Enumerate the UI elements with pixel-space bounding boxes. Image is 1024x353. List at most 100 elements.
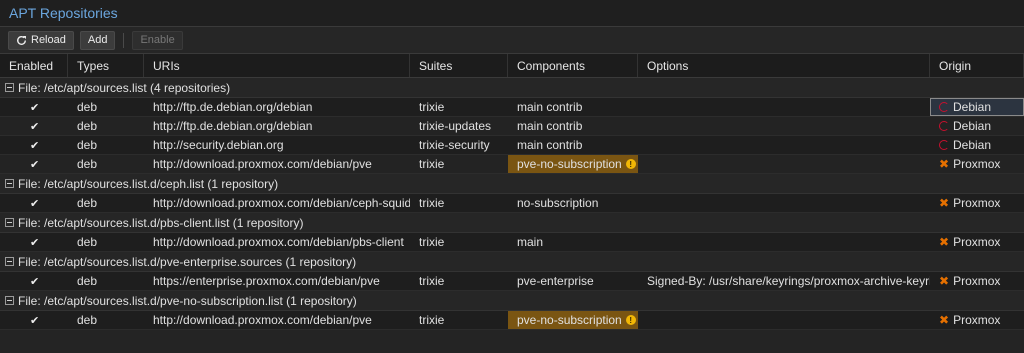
uri-cell: http://download.proxmox.com/debian/pbs-c… bbox=[153, 235, 404, 249]
components-text: pve-no-subscription bbox=[517, 313, 622, 327]
debian-logo-icon bbox=[939, 102, 949, 112]
enabled-cell[interactable]: ✔ bbox=[0, 98, 68, 116]
table-row[interactable]: ✔ deb http://download.proxmox.com/debian/p… bbox=[0, 155, 1024, 174]
grid-header: Enabled Types URIs Suites Components Opt… bbox=[0, 54, 1024, 78]
toolbar-separator bbox=[123, 32, 125, 48]
type-cell: deb bbox=[77, 313, 98, 327]
components-cell: main contrib bbox=[508, 136, 638, 154]
origin-badge: Debian bbox=[939, 138, 991, 152]
check-icon[interactable]: ✔ bbox=[30, 275, 39, 288]
enabled-cell[interactable]: ✔ bbox=[0, 155, 68, 173]
grid-body: File: /etc/apt/sources.list (4 repositor… bbox=[0, 78, 1024, 330]
table-row[interactable]: ✔ deb http://download.proxmox.com/debian/p… bbox=[0, 233, 1024, 252]
type-cell: deb bbox=[77, 100, 98, 114]
group-header[interactable]: File: /etc/apt/sources.list.d/pve-enterp… bbox=[0, 252, 1024, 272]
origin-cell: Debian bbox=[930, 136, 1024, 154]
group-header[interactable]: File: /etc/apt/sources.list.d/pbs-client… bbox=[0, 213, 1024, 233]
collapse-toggle-icon[interactable] bbox=[5, 296, 14, 305]
uri-cell: http://download.proxmox.com/debian/ceph-… bbox=[153, 196, 410, 210]
group-header[interactable]: File: /etc/apt/sources.list.d/ceph.list … bbox=[0, 174, 1024, 194]
options-cell bbox=[638, 311, 930, 329]
check-icon[interactable]: ✔ bbox=[30, 158, 39, 171]
origin-label: Debian bbox=[953, 119, 992, 133]
toolbar: Reload Add Enable bbox=[0, 27, 1024, 54]
type-cell: deb bbox=[77, 138, 98, 152]
origin-label: Proxmox bbox=[953, 313, 1001, 327]
origin-badge: ✖ Proxmox bbox=[939, 196, 1000, 210]
panel-header: APT Repositories bbox=[0, 0, 1024, 27]
column-header-uris[interactable]: URIs bbox=[144, 54, 410, 77]
components-text: pve-no-subscription bbox=[517, 157, 622, 171]
panel-title: APT Repositories bbox=[9, 5, 118, 21]
enabled-cell[interactable]: ✔ bbox=[0, 311, 68, 329]
collapse-toggle-icon[interactable] bbox=[5, 179, 14, 188]
reload-button[interactable]: Reload bbox=[8, 30, 74, 50]
collapse-toggle-icon[interactable] bbox=[5, 218, 14, 227]
components-cell: pve-enterprise bbox=[508, 272, 638, 290]
options-cell bbox=[638, 98, 930, 116]
table-row[interactable]: ✔ deb http://security.debian.org trixie-sec… bbox=[0, 136, 1024, 155]
check-icon[interactable]: ✔ bbox=[30, 139, 39, 152]
debian-logo-icon bbox=[939, 121, 949, 131]
components-cell: no-subscription bbox=[508, 194, 638, 212]
enabled-cell[interactable]: ✔ bbox=[0, 272, 68, 290]
proxmox-logo-icon: ✖ bbox=[939, 157, 950, 171]
add-button[interactable]: Add bbox=[79, 30, 116, 50]
check-icon[interactable]: ✔ bbox=[30, 197, 39, 210]
enabled-cell[interactable]: ✔ bbox=[0, 117, 68, 135]
group-label: File: /etc/apt/sources.list.d/pve-no-sub… bbox=[18, 293, 357, 308]
origin-label: Proxmox bbox=[953, 235, 1001, 249]
origin-cell: Debian bbox=[930, 98, 1024, 116]
suite-cell: trixie-updates bbox=[419, 119, 492, 133]
components-cell: main contrib bbox=[508, 117, 638, 135]
type-cell: deb bbox=[77, 157, 98, 171]
origin-cell: ✖ Proxmox bbox=[930, 272, 1024, 290]
origin-label: Debian bbox=[953, 100, 992, 114]
enable-button[interactable]: Enable bbox=[132, 30, 183, 50]
column-header-components[interactable]: Components bbox=[508, 54, 638, 77]
collapse-toggle-icon[interactable] bbox=[5, 257, 14, 266]
suite-cell: trixie-security bbox=[419, 138, 490, 152]
options-cell bbox=[638, 233, 930, 251]
table-row[interactable]: ✔ deb https://enterprise.proxmox.com/debia… bbox=[0, 272, 1024, 291]
column-header-options[interactable]: Options bbox=[638, 54, 930, 77]
proxmox-logo-icon: ✖ bbox=[939, 235, 950, 249]
column-header-enabled[interactable]: Enabled bbox=[0, 54, 68, 77]
table-row[interactable]: ✔ deb http://ftp.de.debian.org/debian trixi… bbox=[0, 117, 1024, 136]
suite-cell: trixie bbox=[419, 274, 445, 288]
table-row[interactable]: ✔ deb http://download.proxmox.com/debian/p… bbox=[0, 311, 1024, 330]
repositories-grid: Enabled Types URIs Suites Components Opt… bbox=[0, 54, 1024, 330]
enabled-cell[interactable]: ✔ bbox=[0, 194, 68, 212]
components-text: pve-enterprise bbox=[517, 274, 594, 288]
origin-label: Proxmox bbox=[953, 196, 1001, 210]
proxmox-logo-icon: ✖ bbox=[939, 274, 950, 288]
origin-badge: ✖ Proxmox bbox=[939, 274, 1000, 288]
check-icon[interactable]: ✔ bbox=[30, 120, 39, 133]
column-header-origin[interactable]: Origin bbox=[930, 54, 1024, 77]
enabled-cell[interactable]: ✔ bbox=[0, 136, 68, 154]
group-label: File: /etc/apt/sources.list.d/pbs-client… bbox=[18, 215, 304, 230]
uri-cell: https://enterprise.proxmox.com/debian/pv… bbox=[153, 274, 380, 288]
group-label: File: /etc/apt/sources.list (4 repositor… bbox=[18, 80, 231, 95]
column-header-types[interactable]: Types bbox=[68, 54, 144, 77]
table-row[interactable]: ✔ deb http://download.proxmox.com/debian/c… bbox=[0, 194, 1024, 213]
enabled-cell[interactable]: ✔ bbox=[0, 233, 68, 251]
group-header[interactable]: File: /etc/apt/sources.list.d/pve-no-sub… bbox=[0, 291, 1024, 311]
check-icon[interactable]: ✔ bbox=[30, 236, 39, 249]
check-icon[interactable]: ✔ bbox=[30, 314, 39, 327]
group-header[interactable]: File: /etc/apt/sources.list (4 repositor… bbox=[0, 78, 1024, 98]
uri-cell: http://security.debian.org bbox=[153, 138, 284, 152]
type-cell: deb bbox=[77, 196, 98, 210]
uri-cell: http://download.proxmox.com/debian/pve bbox=[153, 313, 372, 327]
collapse-toggle-icon[interactable] bbox=[5, 83, 14, 92]
column-header-suites[interactable]: Suites bbox=[410, 54, 508, 77]
origin-badge: ✖ Proxmox bbox=[939, 235, 1000, 249]
refresh-icon bbox=[17, 35, 26, 45]
proxmox-logo-icon: ✖ bbox=[939, 313, 950, 327]
table-row[interactable]: ✔ deb http://ftp.de.debian.org/debian trixi… bbox=[0, 98, 1024, 117]
components-cell: main bbox=[508, 233, 638, 251]
uri-cell: http://ftp.de.debian.org/debian bbox=[153, 119, 313, 133]
components-cell: pve-no-subscription! bbox=[508, 155, 638, 173]
suite-cell: trixie bbox=[419, 100, 445, 114]
check-icon[interactable]: ✔ bbox=[30, 101, 39, 114]
